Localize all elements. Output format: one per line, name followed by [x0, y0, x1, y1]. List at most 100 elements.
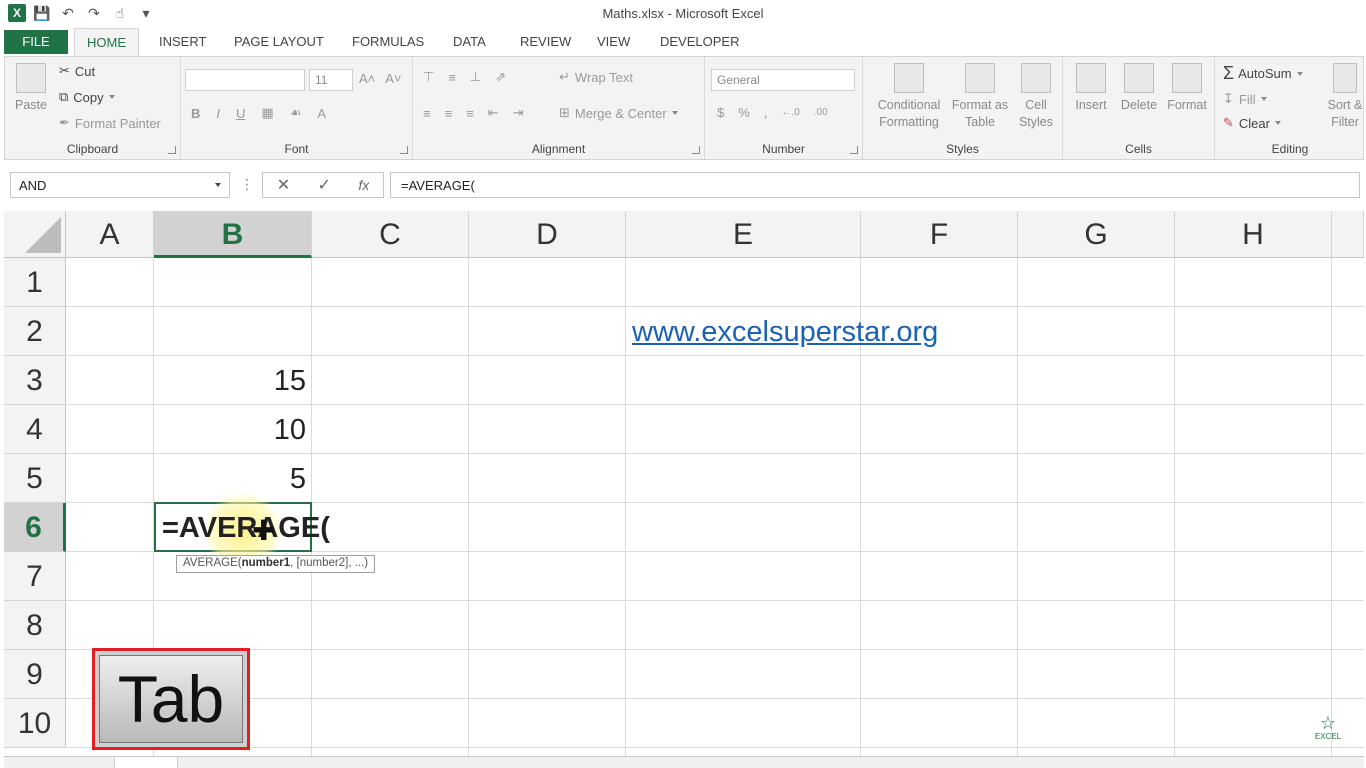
tab-view[interactable]: VIEW [585, 28, 642, 56]
row-header-10[interactable]: 10 [4, 699, 66, 748]
paste-button[interactable]: Paste [11, 63, 51, 114]
worksheet-grid[interactable]: A B C D E F G H 1 2 3 4 5 6 7 8 9 10 15 … [4, 211, 1364, 756]
align-left-icon[interactable]: ≡ [423, 106, 431, 121]
conditional-formatting-label-2: Formatting [879, 115, 939, 129]
tab-formulas[interactable]: FORMULAS [340, 28, 436, 56]
row-header-5[interactable]: 5 [4, 454, 66, 503]
row-header-3[interactable]: 3 [4, 356, 66, 405]
align-center-icon[interactable]: ≡ [445, 106, 453, 121]
currency-button[interactable]: $ [717, 105, 724, 120]
chevron-down-icon [1296, 71, 1303, 76]
column-header-c[interactable]: C [312, 211, 469, 258]
paste-label: Paste [15, 98, 47, 112]
number-format-select[interactable]: General [711, 69, 855, 91]
bold-button[interactable]: B [191, 106, 200, 121]
cell-styles-button[interactable]: Cell Styles [1013, 63, 1059, 131]
column-header-f[interactable]: F [861, 211, 1018, 258]
cell-e2-hyperlink[interactable]: www.excelsuperstar.org [632, 316, 938, 349]
wrap-text-button[interactable]: ↵ Wrap Text [559, 69, 633, 85]
row-header-9[interactable]: 9 [4, 650, 66, 699]
autosum-button[interactable]: Σ AutoSum [1223, 63, 1303, 84]
align-bottom-icon[interactable]: ⊥ [470, 69, 481, 85]
delete-cells-label: Delete [1120, 98, 1158, 112]
underline-button[interactable]: U [236, 106, 245, 121]
format-cells-button[interactable]: Format [1163, 63, 1211, 114]
row-header-8[interactable]: 8 [4, 601, 66, 650]
sort-filter-button[interactable]: Sort & Filter [1325, 63, 1365, 131]
dialog-launcher-icon[interactable] [850, 146, 858, 154]
tooltip-function-name[interactable]: AVERAGE( [183, 557, 242, 569]
align-middle-icon[interactable]: ≡ [448, 70, 456, 85]
row-header-2[interactable]: 2 [4, 307, 66, 356]
cell-styles-label: Cell [1025, 98, 1047, 112]
column-header-h[interactable]: H [1175, 211, 1332, 258]
dialog-launcher-icon[interactable] [692, 146, 700, 154]
function-tooltip[interactable]: AVERAGE(number1, [number2], ...) [176, 555, 376, 573]
orientation-icon[interactable]: ⇗ [495, 69, 506, 85]
chevron-down-icon [1260, 97, 1267, 101]
decrease-decimal-icon[interactable]: .00 [814, 107, 828, 118]
font-size-select[interactable]: 11 [309, 69, 353, 91]
cut-button[interactable]: ✂ Cut [59, 63, 95, 79]
name-box[interactable]: AND [10, 172, 230, 198]
column-header-partial[interactable] [1332, 211, 1364, 258]
cancel-icon[interactable]: ✕ [277, 175, 290, 195]
cell-b5[interactable]: 5 [154, 463, 306, 496]
row-header-7[interactable]: 7 [4, 552, 66, 601]
delete-cells-button[interactable]: Delete [1115, 63, 1163, 114]
active-cell-b6[interactable]: =AVERAGE( ✚ [154, 492, 330, 570]
increase-indent-icon[interactable]: ⇥ [513, 105, 524, 121]
enter-icon[interactable]: ✓ [318, 175, 331, 195]
column-header-g[interactable]: G [1018, 211, 1175, 258]
tab-home[interactable]: HOME [74, 28, 139, 56]
comma-button[interactable]: , [764, 105, 768, 120]
formula-input[interactable]: =AVERAGE( [390, 172, 1360, 198]
font-name-select[interactable] [185, 69, 305, 91]
format-as-table-button[interactable]: Format as Table [949, 63, 1011, 131]
decrease-indent-icon[interactable]: ⇤ [488, 105, 499, 121]
align-right-icon[interactable]: ≡ [466, 106, 474, 121]
tab-review[interactable]: REVIEW [508, 28, 583, 56]
cell-b4[interactable]: 10 [154, 414, 306, 447]
window-title: Maths.xlsx - Microsoft Excel [602, 6, 764, 21]
gridline [66, 404, 1364, 405]
italic-button[interactable]: I [216, 106, 220, 121]
align-top-icon[interactable]: ⊤ [423, 69, 434, 85]
paintbrush-icon: ✒ [59, 115, 70, 130]
tab-data[interactable]: DATA [441, 28, 498, 56]
cell-edit-text[interactable]: =AVERAGE( [162, 512, 330, 545]
increase-decimal-icon[interactable]: ←.0 [781, 107, 799, 118]
column-header-e[interactable]: E [626, 211, 861, 258]
column-header-b[interactable]: B [154, 211, 312, 258]
copy-button[interactable]: ⧉ Copy [59, 89, 115, 105]
tab-file[interactable]: FILE [4, 30, 68, 54]
shrink-font-icon[interactable]: A˅ [385, 71, 401, 86]
clear-button[interactable]: ✎ Clear [1223, 115, 1281, 131]
grow-font-icon[interactable]: A˄ [359, 71, 375, 86]
tab-developer[interactable]: DEVELOPER [648, 28, 751, 56]
fill-button[interactable]: ↧ Fill [1223, 91, 1267, 107]
column-header-d[interactable]: D [469, 211, 626, 258]
insert-function-icon[interactable]: fx [358, 177, 369, 193]
conditional-formatting-button[interactable]: Conditional Formatting [867, 63, 951, 131]
percent-button[interactable]: % [738, 105, 750, 120]
tab-key-label: Tab [99, 655, 243, 743]
tab-page-layout[interactable]: PAGE LAYOUT [222, 28, 336, 56]
row-header-6[interactable]: 6 [4, 503, 66, 552]
borders-icon[interactable]: ▦ [261, 105, 273, 121]
insert-cells-button[interactable]: Insert [1067, 63, 1115, 114]
format-painter-button[interactable]: ✒ Format Painter [59, 115, 161, 131]
tab-insert[interactable]: INSERT [147, 28, 218, 56]
dialog-launcher-icon[interactable] [400, 146, 408, 154]
font-color-icon[interactable]: A [317, 106, 326, 121]
row-header-4[interactable]: 4 [4, 405, 66, 454]
dialog-launcher-icon[interactable] [168, 146, 176, 154]
merge-center-button[interactable]: ⊞ Merge & Center [559, 105, 678, 121]
row-header-1[interactable]: 1 [4, 258, 66, 307]
chevron-down-icon [215, 183, 221, 187]
cell-b3[interactable]: 15 [154, 365, 306, 398]
sheet-tab[interactable] [114, 757, 178, 768]
select-all-button[interactable] [4, 211, 66, 258]
column-header-a[interactable]: A [66, 211, 154, 258]
fill-color-icon[interactable]: ☙ [290, 105, 302, 121]
